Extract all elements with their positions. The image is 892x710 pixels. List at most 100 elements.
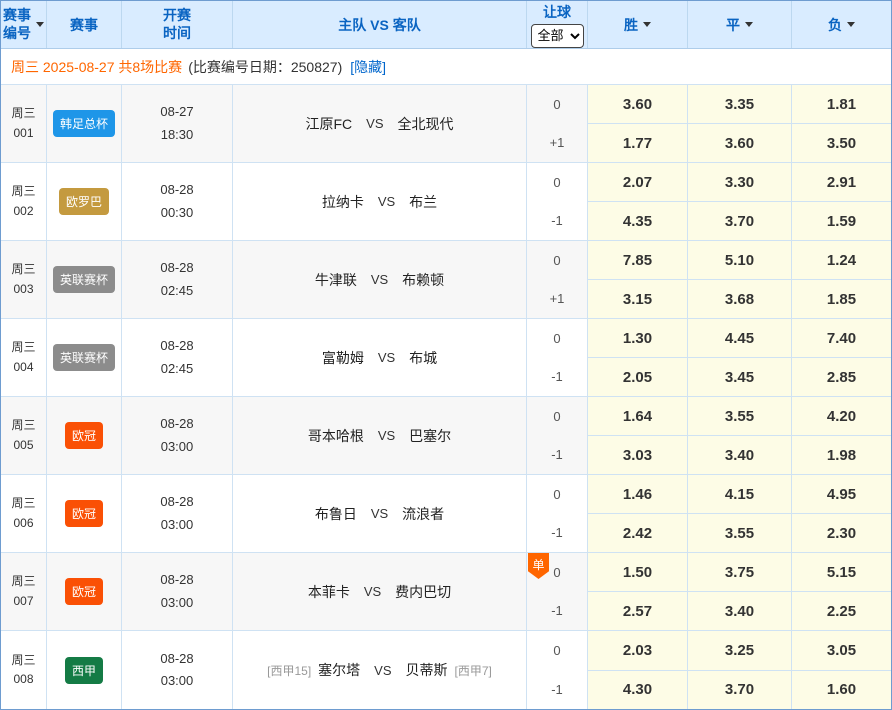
header-start-time: 开赛 时间 bbox=[122, 1, 233, 48]
league-badge[interactable]: 英联赛杯 bbox=[53, 266, 115, 293]
lose-odds[interactable]: 4.95 bbox=[792, 475, 891, 514]
draw-odds[interactable]: 5.10 bbox=[688, 241, 791, 280]
win-odds[interactable]: 2.57 bbox=[588, 592, 687, 630]
draw-odds[interactable]: 3.40 bbox=[688, 436, 791, 474]
match-day: 周三 bbox=[11, 651, 35, 670]
match-date: 08-28 bbox=[160, 179, 193, 201]
match-time: 02:45 bbox=[161, 280, 194, 302]
home-team: 本菲卡 bbox=[308, 582, 350, 602]
win-odds[interactable]: 3.60 bbox=[588, 85, 687, 124]
home-team: 江原FC bbox=[305, 114, 352, 134]
header-start-time-label: 开赛 时间 bbox=[163, 7, 191, 42]
match-time: 03:00 bbox=[161, 592, 194, 614]
lose-odds[interactable]: 2.25 bbox=[792, 592, 891, 630]
draw-odds[interactable]: 4.15 bbox=[688, 475, 791, 514]
start-time-cell: 08-28 00:30 bbox=[122, 163, 233, 240]
win-odds[interactable]: 2.07 bbox=[588, 163, 687, 202]
home-team: 哥本哈根 bbox=[308, 426, 364, 446]
lose-odds[interactable]: 7.40 bbox=[792, 319, 891, 358]
draw-odds[interactable]: 3.40 bbox=[688, 592, 791, 630]
league-badge[interactable]: 英联赛杯 bbox=[53, 344, 115, 371]
lose-odds-cell: 1.81 3.50 bbox=[792, 85, 891, 162]
match-day: 周三 bbox=[11, 338, 35, 357]
league-badge[interactable]: 西甲 bbox=[65, 657, 103, 684]
lose-odds[interactable]: 1.24 bbox=[792, 241, 891, 280]
win-odds-cell: 1.30 2.05 bbox=[588, 319, 688, 396]
win-odds[interactable]: 3.03 bbox=[588, 436, 687, 474]
lose-odds[interactable]: 1.85 bbox=[792, 280, 891, 318]
draw-odds[interactable]: 3.70 bbox=[688, 202, 791, 240]
draw-odds[interactable]: 3.68 bbox=[688, 280, 791, 318]
start-time-cell: 08-28 02:45 bbox=[122, 319, 233, 396]
lose-odds-cell: 3.05 1.60 bbox=[792, 631, 891, 709]
win-odds-cell: 7.85 3.15 bbox=[588, 241, 688, 318]
lose-odds[interactable]: 2.85 bbox=[792, 358, 891, 396]
win-odds[interactable]: 1.50 bbox=[588, 553, 687, 592]
win-odds-cell: 1.50 2.57 bbox=[588, 553, 688, 630]
win-odds[interactable]: 7.85 bbox=[588, 241, 687, 280]
lose-odds[interactable]: 2.91 bbox=[792, 163, 891, 202]
draw-odds[interactable]: 3.75 bbox=[688, 553, 791, 592]
handicap-value: -1 bbox=[527, 592, 587, 631]
lose-odds[interactable]: 3.05 bbox=[792, 631, 891, 671]
vs-label: VS bbox=[371, 272, 388, 287]
league-badge[interactable]: 欧冠 bbox=[65, 422, 103, 449]
lose-odds[interactable]: 3.50 bbox=[792, 124, 891, 162]
draw-odds[interactable]: 3.35 bbox=[688, 85, 791, 124]
draw-odds[interactable]: 4.45 bbox=[688, 319, 791, 358]
league-badge[interactable]: 欧冠 bbox=[65, 578, 103, 605]
header-draw[interactable]: 平 bbox=[688, 1, 792, 48]
hide-link[interactable]: [隐藏] bbox=[350, 57, 386, 77]
lose-odds[interactable]: 5.15 bbox=[792, 553, 891, 592]
lose-odds[interactable]: 1.81 bbox=[792, 85, 891, 124]
draw-odds[interactable]: 3.70 bbox=[688, 671, 791, 710]
header-match-number[interactable]: 赛事 编号 bbox=[1, 1, 47, 48]
handicap-filter-select[interactable]: 全部 bbox=[531, 24, 584, 48]
league-badge[interactable]: 欧冠 bbox=[65, 500, 103, 527]
away-team: 全北现代 bbox=[398, 114, 454, 134]
draw-odds[interactable]: 3.45 bbox=[688, 358, 791, 396]
league-badge[interactable]: 欧罗巴 bbox=[59, 188, 109, 215]
league-badge[interactable]: 韩足总杯 bbox=[53, 110, 115, 137]
header-lose[interactable]: 负 bbox=[792, 1, 891, 48]
sort-caret-icon bbox=[36, 22, 44, 27]
draw-odds[interactable]: 3.60 bbox=[688, 124, 791, 162]
sort-caret-icon bbox=[745, 22, 753, 27]
lose-odds[interactable]: 4.20 bbox=[792, 397, 891, 436]
teams-cell: 布鲁日 VS 流浪者 bbox=[233, 475, 527, 552]
draw-odds[interactable]: 3.25 bbox=[688, 631, 791, 671]
away-team: 布城 bbox=[409, 348, 437, 368]
win-odds[interactable]: 2.42 bbox=[588, 514, 687, 552]
win-odds[interactable]: 4.35 bbox=[588, 202, 687, 240]
handicap-value: +1 bbox=[527, 124, 587, 163]
vs-label: VS bbox=[364, 584, 381, 599]
league-cell: 英联赛杯 bbox=[47, 241, 122, 318]
match-day: 周三 bbox=[11, 494, 35, 513]
win-odds[interactable]: 1.64 bbox=[588, 397, 687, 436]
header-win[interactable]: 胜 bbox=[588, 1, 688, 48]
win-odds[interactable]: 2.05 bbox=[588, 358, 687, 396]
win-odds[interactable]: 1.77 bbox=[588, 124, 687, 162]
win-odds-cell: 2.07 4.35 bbox=[588, 163, 688, 240]
draw-odds[interactable]: 3.55 bbox=[688, 514, 791, 552]
win-odds[interactable]: 4.30 bbox=[588, 671, 687, 710]
win-odds[interactable]: 3.15 bbox=[588, 280, 687, 318]
draw-odds[interactable]: 3.30 bbox=[688, 163, 791, 202]
handicap-value: 0 bbox=[527, 163, 587, 202]
match-date: 08-28 bbox=[160, 335, 193, 357]
league-cell: 英联赛杯 bbox=[47, 319, 122, 396]
match-row: 周三 004 英联赛杯 08-28 02:45 富勒姆 VS 布城 0 -1 1… bbox=[1, 319, 891, 397]
lose-odds[interactable]: 1.60 bbox=[792, 671, 891, 710]
draw-odds-cell: 3.25 3.70 bbox=[688, 631, 792, 709]
match-number-cell: 周三 006 bbox=[1, 475, 47, 552]
win-odds[interactable]: 1.30 bbox=[588, 319, 687, 358]
lose-odds[interactable]: 1.59 bbox=[792, 202, 891, 240]
lose-odds[interactable]: 1.98 bbox=[792, 436, 891, 474]
draw-odds[interactable]: 3.55 bbox=[688, 397, 791, 436]
match-date: 08-28 bbox=[160, 413, 193, 435]
win-odds[interactable]: 1.46 bbox=[588, 475, 687, 514]
lose-odds-cell: 4.20 1.98 bbox=[792, 397, 891, 474]
handicap-value: -1 bbox=[527, 202, 587, 241]
lose-odds[interactable]: 2.30 bbox=[792, 514, 891, 552]
win-odds[interactable]: 2.03 bbox=[588, 631, 687, 671]
